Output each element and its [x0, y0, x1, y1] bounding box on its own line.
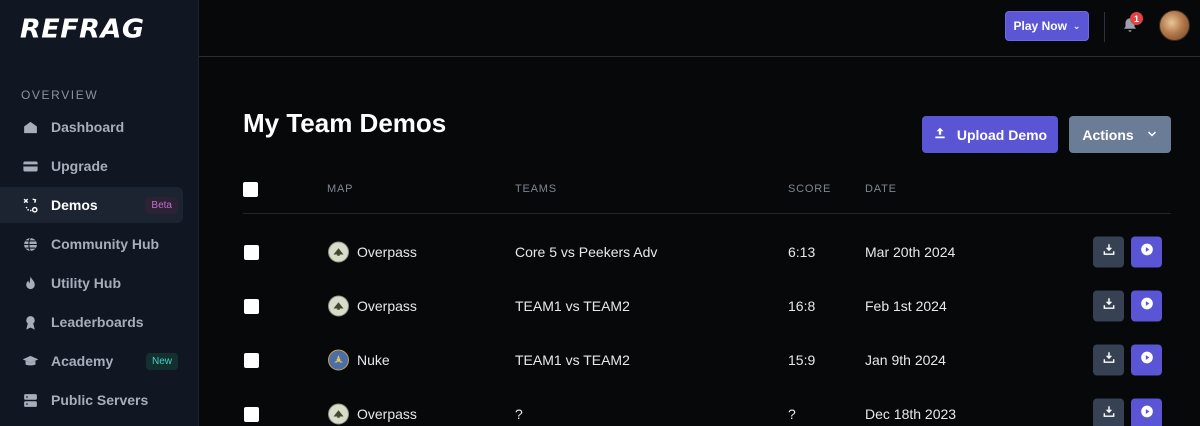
table-row: Overpass TEAM1 vs TEAM2 16:8 Feb 1st 202… [0, 279, 1200, 333]
row-checkbox[interactable] [244, 407, 259, 422]
score: ? [788, 406, 796, 422]
download-button[interactable] [1093, 236, 1124, 268]
map-name: Overpass [357, 298, 417, 314]
date: Jan 9th 2024 [865, 352, 946, 368]
play-demo-button[interactable] [1131, 236, 1162, 268]
overpass-map-icon [328, 403, 349, 425]
score: 16:8 [788, 298, 816, 314]
column-header-teams[interactable]: TEAMS [515, 183, 557, 195]
overpass-map-icon [328, 295, 349, 317]
download-button[interactable] [1093, 398, 1124, 426]
row-checkbox[interactable] [244, 245, 259, 260]
play-icon [1140, 243, 1154, 262]
sidebar-section-overview: OVERVIEW [21, 88, 99, 102]
chevron-down-icon [1146, 127, 1158, 143]
nuke-map-icon [328, 349, 349, 371]
row-checkbox[interactable] [244, 299, 259, 314]
play-demo-button[interactable] [1131, 398, 1162, 426]
chevron-down-icon: ⌄ [1072, 20, 1081, 31]
row-checkbox[interactable] [244, 353, 259, 368]
column-header-map[interactable]: MAP [327, 183, 353, 195]
sidebar-item-upgrade[interactable]: Upgrade [0, 148, 183, 184]
download-icon [1102, 297, 1116, 316]
map-name: Overpass [357, 406, 417, 422]
teams: ? [515, 406, 523, 422]
upload-demo-label: Upload Demo [956, 126, 1048, 143]
download-button[interactable] [1093, 344, 1124, 376]
sidebar-item-label: Upgrade [51, 158, 108, 174]
card-icon [22, 158, 39, 175]
notification-count-badge: 1 [1130, 12, 1143, 25]
sidebar-item-demos[interactable]: Demos Beta [0, 187, 183, 223]
tactics-icon [22, 197, 39, 214]
table-row: Overpass Core 5 vs Peekers Adv 6:13 Mar … [0, 225, 1200, 279]
date: Feb 1st 2024 [865, 298, 947, 314]
score: 15:9 [788, 352, 816, 368]
column-header-score[interactable]: SCORE [788, 183, 831, 195]
page-title: My Team Demos [243, 108, 447, 138]
sidebar-item-dashboard[interactable]: Dashboard [0, 109, 183, 145]
teams: TEAM1 vs TEAM2 [515, 298, 630, 314]
refrag-logo[interactable]: REFRAG [20, 15, 145, 44]
user-avatar[interactable] [1159, 10, 1190, 41]
map-name: Nuke [357, 352, 390, 368]
play-icon [1140, 351, 1154, 370]
actions-label: Actions [1082, 126, 1134, 143]
upload-demo-button[interactable]: Upload Demo [922, 116, 1058, 153]
download-icon [1102, 405, 1116, 424]
upload-icon [933, 126, 947, 143]
divider [1104, 12, 1105, 42]
download-icon [1102, 351, 1116, 370]
date: Dec 18th 2023 [865, 406, 957, 422]
teams: Core 5 vs Peekers Adv [515, 244, 658, 260]
overpass-map-icon [328, 241, 349, 263]
table-row: Nuke TEAM1 vs TEAM2 15:9 Jan 9th 2024 [0, 333, 1200, 387]
date: Mar 20th 2024 [865, 244, 956, 260]
download-icon [1102, 243, 1116, 262]
score: 6:13 [788, 244, 816, 260]
map-name: Overpass [357, 244, 417, 260]
top-bar: Play Now ⌄ 1 [199, 0, 1200, 57]
teams: TEAM1 vs TEAM2 [515, 352, 630, 368]
column-header-date[interactable]: DATE [865, 183, 897, 195]
actions-dropdown-button[interactable]: Actions [1069, 116, 1171, 153]
table-row: Overpass ? ? Dec 18th 2023 [0, 387, 1200, 426]
play-now-button[interactable]: Play Now ⌄ [1005, 11, 1089, 41]
select-all-checkbox[interactable] [243, 182, 258, 197]
beta-badge: Beta [145, 196, 178, 214]
download-button[interactable] [1093, 290, 1124, 322]
home-icon [22, 119, 39, 136]
play-icon [1140, 405, 1154, 424]
play-demo-button[interactable] [1131, 344, 1162, 376]
play-demo-button[interactable] [1131, 290, 1162, 322]
sidebar-item-label: Dashboard [51, 119, 125, 135]
sidebar-item-label: Demos [51, 197, 98, 213]
play-now-label: Play Now [1013, 19, 1067, 33]
play-icon [1140, 297, 1154, 316]
table-header-divider [243, 213, 1171, 214]
